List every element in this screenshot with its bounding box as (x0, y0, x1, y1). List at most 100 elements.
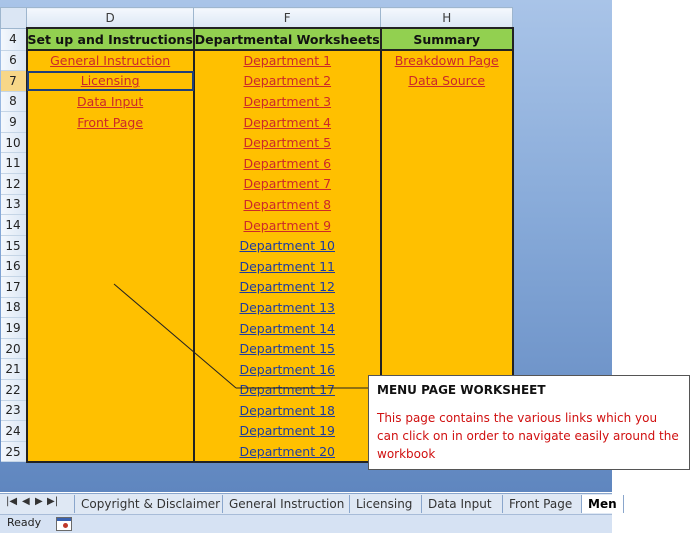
cell-d (25, 379, 195, 401)
row-header[interactable]: 21 (0, 358, 27, 380)
cell-d (25, 132, 195, 153)
row-header[interactable]: 18 (0, 297, 27, 319)
cell-h (380, 111, 514, 133)
link-department-15[interactable]: Department 15 (193, 338, 382, 359)
last-sheet-icon[interactable]: ▶| (47, 496, 58, 507)
link-department-18[interactable]: Department 18 (193, 400, 382, 421)
menu-page-callout: MENU PAGE WORKSHEET This page contains t… (368, 375, 690, 470)
link-department-4[interactable]: Department 4 (193, 111, 382, 133)
link-setup-2[interactable]: Data Input (25, 91, 195, 112)
row-header[interactable]: 10 (0, 132, 27, 154)
cell-d (25, 400, 195, 421)
link-department-8[interactable]: Department 8 (193, 194, 382, 215)
row-header[interactable]: 17 (0, 276, 27, 298)
cell-h (380, 214, 514, 236)
cell-h (380, 255, 514, 277)
callout-title: MENU PAGE WORKSHEET (377, 383, 546, 397)
column-header-f[interactable]: F (193, 7, 382, 29)
next-sheet-icon[interactable]: ▶ (35, 496, 43, 507)
cell-h (380, 276, 514, 298)
cell-d (25, 214, 195, 236)
tab-data-input[interactable]: Data Input (421, 495, 498, 513)
cell-d (25, 235, 195, 256)
row-header[interactable]: 25 (0, 441, 27, 463)
link-department-20[interactable]: Department 20 (193, 441, 382, 463)
header-summary: Summary (380, 27, 514, 51)
status-bar: Ready (0, 514, 612, 533)
cell-d (25, 276, 195, 298)
cell-d (25, 297, 195, 318)
link-setup-3[interactable]: Front Page (25, 111, 195, 133)
select-all-corner[interactable] (0, 7, 27, 29)
row-header[interactable]: 22 (0, 379, 27, 401)
status-ready-text: Ready (7, 516, 42, 529)
cell-d (25, 338, 195, 359)
link-department-14[interactable]: Department 14 (193, 317, 382, 339)
header-departmental-worksheets: Departmental Worksheets (193, 27, 382, 51)
link-setup-0[interactable]: General Instruction (25, 50, 195, 71)
row-header[interactable]: 15 (0, 235, 27, 257)
row-header[interactable]: 4 (0, 28, 27, 51)
cell-h (380, 235, 514, 256)
link-department-7[interactable]: Department 7 (193, 173, 382, 195)
tab-licensing[interactable]: Licensing (349, 495, 418, 513)
link-department-16[interactable]: Department 16 (193, 358, 382, 380)
link-department-12[interactable]: Department 12 (193, 276, 382, 298)
row-header[interactable]: 11 (0, 152, 27, 175)
row-header[interactable]: 6 (0, 50, 27, 72)
link-summary-0[interactable]: Breakdown Page (380, 50, 514, 71)
cell-h (380, 338, 514, 359)
sheet-tab-bar: |◀ ◀ ▶ ▶| Copyright & Disclaimer General… (0, 493, 624, 514)
tab-general-instruction[interactable]: General Instruction (222, 495, 350, 513)
header-setup-instructions: Set up and Instructions (25, 27, 195, 51)
cell-d (25, 194, 195, 215)
cell-h (380, 173, 514, 195)
row-header[interactable]: 16 (0, 255, 27, 278)
cell-d (25, 441, 195, 463)
link-department-6[interactable]: Department 6 (193, 152, 382, 174)
link-setup-1[interactable]: Licensing (25, 70, 195, 92)
row-header[interactable]: 12 (0, 173, 27, 195)
prev-sheet-icon[interactable]: ◀ (22, 496, 30, 507)
cell-d (25, 358, 195, 380)
row-header[interactable]: 20 (0, 338, 27, 360)
column-header-d[interactable]: D (25, 7, 195, 29)
column-header-h[interactable]: H (380, 7, 514, 29)
row-header[interactable]: 7 (0, 70, 27, 92)
link-summary-1[interactable]: Data Source (380, 70, 514, 92)
cell-h (380, 317, 514, 339)
macro-record-icon[interactable] (56, 517, 72, 531)
cell-d (25, 173, 195, 195)
cell-h (380, 152, 514, 174)
cell-h (380, 91, 514, 112)
link-department-13[interactable]: Department 13 (193, 297, 382, 318)
tab-front-page[interactable]: Front Page (502, 495, 578, 513)
link-department-5[interactable]: Department 5 (193, 132, 382, 153)
cell-d (25, 317, 195, 339)
link-department-3[interactable]: Department 3 (193, 91, 382, 112)
link-department-2[interactable]: Department 2 (193, 70, 382, 92)
link-department-19[interactable]: Department 19 (193, 420, 382, 442)
callout-body: This page contains the various links whi… (377, 411, 679, 461)
cell-d (25, 152, 195, 174)
link-department-9[interactable]: Department 9 (193, 214, 382, 236)
row-header[interactable]: 19 (0, 317, 27, 339)
link-department-1[interactable]: Department 1 (193, 50, 382, 71)
link-department-11[interactable]: Department 11 (193, 255, 382, 277)
row-header[interactable]: 24 (0, 420, 27, 442)
cell-h (380, 297, 514, 318)
tab-menu[interactable]: Men (581, 495, 624, 513)
row-header[interactable]: 9 (0, 111, 27, 133)
link-department-10[interactable]: Department 10 (193, 235, 382, 256)
row-header[interactable]: 8 (0, 91, 27, 113)
cell-d (25, 420, 195, 442)
cell-h (380, 194, 514, 215)
row-header[interactable]: 13 (0, 194, 27, 216)
cell-d (25, 255, 195, 277)
link-department-17[interactable]: Department 17 (193, 379, 382, 401)
row-header[interactable]: 14 (0, 214, 27, 236)
cell-h (380, 132, 514, 153)
tab-copyright-disclaimer[interactable]: Copyright & Disclaimer (74, 495, 226, 513)
first-sheet-icon[interactable]: |◀ (6, 496, 17, 507)
row-header[interactable]: 23 (0, 400, 27, 422)
